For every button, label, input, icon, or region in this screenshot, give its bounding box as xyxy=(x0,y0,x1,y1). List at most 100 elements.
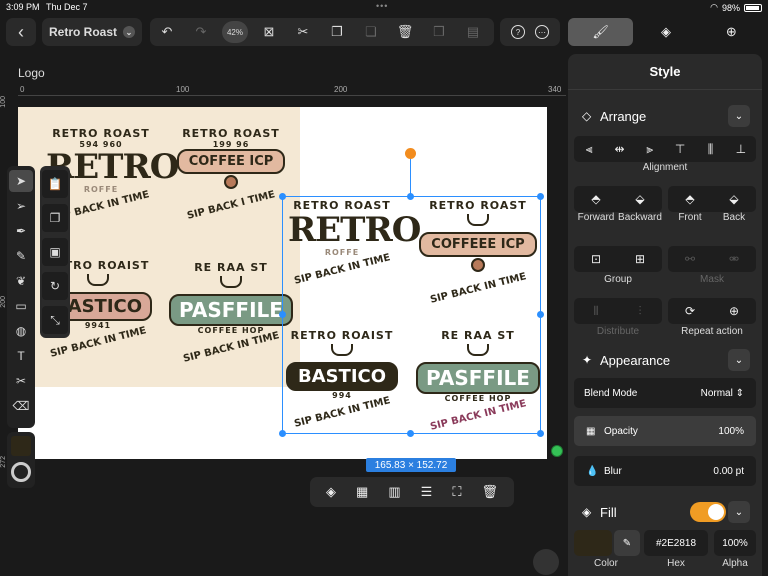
replace-image-icon[interactable]: ▣ xyxy=(42,238,68,266)
help-icon[interactable]: ? xyxy=(511,25,525,39)
resize-handle-left[interactable] xyxy=(279,311,286,318)
blur-slider[interactable]: 💧 Blur 0.00 pt xyxy=(574,456,756,486)
mask-icon[interactable]: ⚯ xyxy=(668,246,712,272)
stroke-color-swatch[interactable] xyxy=(11,462,31,482)
droplet-icon: 💧 xyxy=(586,465,599,477)
selection-box[interactable] xyxy=(282,196,541,434)
rose-icon xyxy=(224,175,238,189)
paste-style-icon[interactable]: ▤ xyxy=(456,18,490,46)
paste-icon[interactable]: ❏ xyxy=(354,18,388,46)
help-more-group: ? ⋯ xyxy=(500,18,560,46)
blend-mode-select[interactable]: Blend Mode Normal ⇕ xyxy=(574,378,756,408)
hex-field[interactable]: #2E2818 xyxy=(644,530,708,556)
floating-button[interactable] xyxy=(533,549,559,575)
bring-front-icon[interactable]: ⬘ xyxy=(668,186,712,212)
resize-handle-top-right[interactable] xyxy=(537,193,544,200)
split-icon[interactable]: ▥ xyxy=(388,484,400,500)
align-top-icon[interactable]: ⊤ xyxy=(665,136,695,162)
color-well[interactable] xyxy=(7,432,35,488)
resize-handle-bottom[interactable] xyxy=(407,430,414,437)
appearance-section-header[interactable]: ✦ Appearance ⌄ xyxy=(568,346,762,374)
zoom-level-button[interactable]: 42% xyxy=(222,21,248,43)
multitask-dots-icon[interactable]: ••• xyxy=(376,1,388,11)
send-back-icon[interactable]: ⬙ xyxy=(712,186,756,212)
backward-icon[interactable]: ⬙ xyxy=(618,186,662,212)
clipboard-icon[interactable]: 📋 xyxy=(42,170,68,198)
redo-icon[interactable]: ↷ xyxy=(184,18,218,46)
context-toolbar: ◈ ▦ ▥ ☰ ⛶ 🗑 xyxy=(310,477,514,507)
resize-handle-right[interactable] xyxy=(537,311,544,318)
unmask-icon[interactable]: ⚮ xyxy=(712,246,756,272)
align-middle-icon[interactable]: ⫼ xyxy=(695,136,725,162)
more-icon[interactable]: ⋯ xyxy=(535,25,549,39)
trash-icon[interactable]: 🗑 xyxy=(388,18,422,46)
checkerboard-icon[interactable]: ▦ xyxy=(356,484,368,500)
chevron-down-icon[interactable]: ⌄ xyxy=(728,105,750,127)
fill-toggle[interactable] xyxy=(690,502,726,522)
eyedropper-icon[interactable]: ✎ xyxy=(614,530,640,556)
arrange-section-header[interactable]: ◇ Arrange ⌄ xyxy=(568,102,762,130)
repeat-icon[interactable]: ⟳ xyxy=(668,298,712,324)
chevron-down-icon[interactable]: ⌄ xyxy=(728,501,750,523)
distribute-vertical-icon[interactable]: ⫶ xyxy=(618,298,662,324)
align-bottom-icon[interactable]: ⊥ xyxy=(726,136,756,162)
fill-color-swatch[interactable] xyxy=(574,530,612,556)
logo-pasffile[interactable]: RE RAA ST PASFFILE COFFEE HOP SIP BACK I… xyxy=(168,261,294,365)
status-date: Thu Dec 7 xyxy=(46,2,88,12)
align-left-icon[interactable]: ⫷ xyxy=(574,136,604,162)
align-right-icon[interactable]: ⫸ xyxy=(635,136,665,162)
chevron-down-icon[interactable]: ⌄ xyxy=(728,349,750,371)
align-icon[interactable]: ☰ xyxy=(421,484,433,500)
distribute-horizontal-icon[interactable]: ⫴ xyxy=(574,298,618,324)
scissors-tool-icon[interactable]: ✂ xyxy=(9,370,33,392)
resize-diagonal-icon[interactable]: ⤡ xyxy=(42,306,68,334)
resize-handle-bottom-left[interactable] xyxy=(279,430,286,437)
ungroup-icon[interactable]: ⊞ xyxy=(618,246,662,272)
paint-bucket-icon: ◈ xyxy=(582,505,592,519)
wifi-icon: ◠ xyxy=(710,2,718,12)
forward-caption: Forward xyxy=(577,212,615,223)
rotate-icon[interactable]: ↻ xyxy=(42,272,68,300)
group-icon[interactable]: ⊡ xyxy=(574,246,618,272)
back-button[interactable]: ‹ xyxy=(6,18,36,46)
resize-handle-bottom-right[interactable] xyxy=(537,430,544,437)
pen-tool-icon[interactable]: ✒ xyxy=(9,220,33,242)
select-box-icon[interactable]: ⊠ xyxy=(252,18,286,46)
coffee-cup-icon xyxy=(87,274,109,286)
align-center-icon[interactable]: ⇹ xyxy=(604,136,634,162)
fill-section-header[interactable]: ◈ Fill ⌄ xyxy=(568,498,762,526)
pencil-tool-icon[interactable]: ✎ xyxy=(9,245,33,267)
scissors-icon[interactable]: ✂ xyxy=(286,18,320,46)
rectangle-tool-icon[interactable]: ▭ xyxy=(9,295,33,317)
tab-layers[interactable]: ◈ xyxy=(633,18,698,46)
rotation-handle[interactable] xyxy=(405,148,416,159)
crop-icon[interactable]: ⛶ xyxy=(452,484,461,500)
text-tool-icon[interactable]: T xyxy=(9,345,33,367)
brush-icon: 🖌 xyxy=(592,24,609,39)
duplicate-icon[interactable]: ❒ xyxy=(422,18,456,46)
chevron-down-icon: ⌄ xyxy=(123,26,135,38)
opacity-slider[interactable]: ▦ Opacity 100% xyxy=(574,416,756,446)
logo-coffee-icp[interactable]: RETRO ROAST 199 96 COFFEE ICP SIP BACK I… xyxy=(170,127,292,222)
forward-icon[interactable]: ⬘ xyxy=(574,186,618,212)
undo-icon[interactable]: ↶ xyxy=(150,18,184,46)
fill-tool-icon[interactable]: ◍ xyxy=(9,320,33,342)
tab-style[interactable]: 🖌 xyxy=(568,18,634,46)
layers-icon[interactable]: ◈ xyxy=(326,484,336,500)
select-tool-icon[interactable]: ➤ xyxy=(9,170,33,192)
tab-add[interactable]: ⊕ xyxy=(699,18,764,46)
status-dot[interactable] xyxy=(551,445,563,457)
checkerboard-icon: ▦ xyxy=(586,425,596,437)
resize-handle-top[interactable] xyxy=(407,193,414,200)
alpha-field[interactable]: 100% xyxy=(714,530,756,556)
document-title-button[interactable]: Retro Roast ⌄ xyxy=(42,18,142,46)
paste-inside-icon[interactable]: ❐ xyxy=(42,204,68,232)
trash-icon[interactable]: 🗑 xyxy=(481,484,498,500)
eraser-tool-icon[interactable]: ⌫ xyxy=(9,395,33,417)
brush-tool-icon[interactable]: ❦ xyxy=(9,270,33,292)
direct-select-tool-icon[interactable]: ➢ xyxy=(9,195,33,217)
repeat-add-icon[interactable]: ⊕ xyxy=(712,298,756,324)
resize-handle-top-left[interactable] xyxy=(279,193,286,200)
fill-color-swatch[interactable] xyxy=(11,436,31,456)
copy-icon[interactable]: ❐ xyxy=(320,18,354,46)
